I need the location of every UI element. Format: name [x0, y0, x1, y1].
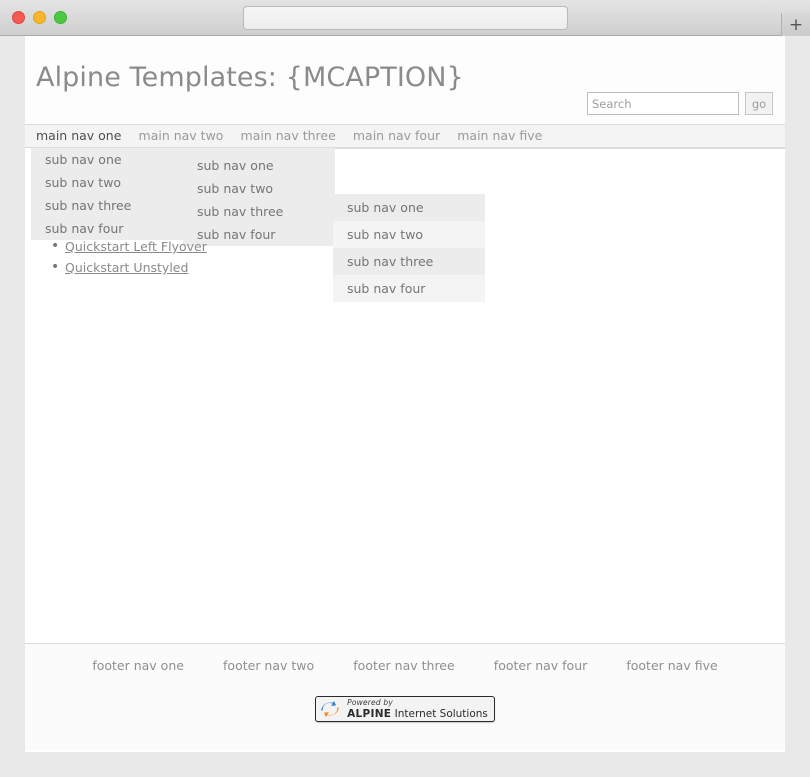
- sub-nav-panel-two: sub nav one sub nav two sub nav three su…: [183, 148, 335, 246]
- sub-nav-item-four[interactable]: sub nav four: [333, 275, 485, 302]
- badge-powered-by-label: Powered by: [347, 698, 393, 707]
- footer-nav-item-four[interactable]: footer nav four: [494, 658, 587, 673]
- list-item: Quickstart Left Flyover: [51, 236, 207, 257]
- page-content: sub nav one sub nav two sub nav three su…: [25, 148, 785, 643]
- search-input[interactable]: [587, 92, 739, 115]
- sub-nav-panel-three: sub nav one sub nav two sub nav three su…: [333, 194, 485, 302]
- badge-company-label: ALPINE Internet Solutions: [347, 707, 488, 720]
- main-nav-item-two[interactable]: main nav two: [139, 125, 224, 147]
- search-go-button[interactable]: go: [745, 92, 773, 115]
- plus-icon: +: [788, 14, 804, 35]
- page-title: Alpine Templates: {MCAPTION}: [36, 62, 464, 94]
- content-panel: [333, 148, 785, 194]
- zoom-window-button[interactable]: [54, 11, 67, 24]
- sub-nav-item-two[interactable]: sub nav two: [31, 171, 183, 194]
- sub-nav-item-three[interactable]: sub nav three: [333, 248, 485, 275]
- alpine-logo-icon: [321, 701, 340, 717]
- site-header: Alpine Templates: {MCAPTION} go: [25, 36, 785, 124]
- footer-nav-item-five[interactable]: footer nav five: [626, 658, 717, 673]
- browser-viewport: Alpine Templates: {MCAPTION} go main nav…: [0, 36, 810, 777]
- powered-by-badge-wrapper: Powered by ALPINE Internet Solutions: [25, 696, 785, 723]
- badge-brand: ALPINE: [347, 707, 392, 720]
- badge-text: Powered by ALPINE Internet Solutions: [347, 699, 488, 719]
- close-window-button[interactable]: [12, 11, 25, 24]
- main-nav-item-one[interactable]: main nav one: [36, 125, 121, 147]
- sub-nav-item-three[interactable]: sub nav three: [31, 194, 183, 217]
- quickstart-link-list: Quickstart Left Flyover Quickstart Unsty…: [39, 236, 207, 278]
- browser-titlebar: +: [0, 0, 810, 37]
- badge-brand-suffix: Internet Solutions: [391, 707, 488, 720]
- quickstart-unstyled-link[interactable]: Quickstart Unstyled: [65, 260, 188, 275]
- window-controls: [12, 11, 67, 24]
- browser-tab[interactable]: [243, 6, 568, 30]
- minimize-window-button[interactable]: [33, 11, 46, 24]
- footer-nav-item-two[interactable]: footer nav two: [223, 658, 314, 673]
- powered-by-badge[interactable]: Powered by ALPINE Internet Solutions: [315, 696, 495, 722]
- main-nav-item-five[interactable]: main nav five: [457, 125, 542, 147]
- footer-nav: footer nav one footer nav two footer nav…: [25, 644, 785, 674]
- sub-nav-item-two[interactable]: sub nav two: [333, 221, 485, 248]
- new-tab-button[interactable]: +: [781, 13, 810, 37]
- main-nav-item-four[interactable]: main nav four: [353, 125, 440, 147]
- main-nav: main nav one main nav two main nav three…: [25, 124, 785, 148]
- sub-nav-item-one[interactable]: sub nav one: [183, 154, 335, 177]
- quickstart-left-flyover-link[interactable]: Quickstart Left Flyover: [65, 239, 207, 254]
- list-item: Quickstart Unstyled: [51, 257, 207, 278]
- footer-nav-item-one[interactable]: footer nav one: [92, 658, 184, 673]
- search-box: go: [587, 92, 773, 115]
- main-nav-item-three[interactable]: main nav three: [241, 125, 336, 147]
- browser-window: + Alpine Templates: {MCAPTION} go main n…: [0, 0, 810, 777]
- sub-nav-item-three[interactable]: sub nav three: [183, 200, 335, 223]
- footer-nav-item-three[interactable]: footer nav three: [353, 658, 454, 673]
- page-body: Alpine Templates: {MCAPTION} go main nav…: [25, 36, 785, 752]
- site-footer: footer nav one footer nav two footer nav…: [25, 643, 785, 750]
- sub-nav-item-one[interactable]: sub nav one: [31, 148, 183, 171]
- sub-nav-item-one[interactable]: sub nav one: [333, 194, 485, 221]
- sub-nav-panel-one: sub nav one sub nav two sub nav three su…: [31, 148, 183, 240]
- sub-nav-item-two[interactable]: sub nav two: [183, 177, 335, 200]
